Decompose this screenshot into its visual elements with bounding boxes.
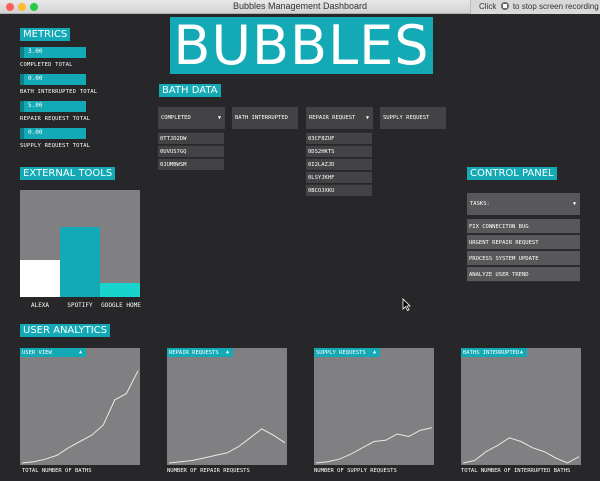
google-home-label: GOOGLE HOME (101, 302, 141, 309)
metric-label: REPAIR REQUEST TOTAL (20, 116, 91, 122)
list-item[interactable]: 0I2LAZJD (306, 158, 372, 170)
list-item[interactable]: 0TTJD2DW (158, 132, 224, 144)
chart-caption: NUMBER OF SUPPLY REQUESTS (314, 468, 397, 474)
supply-requests-dropdown[interactable]: SUPPLY REQUESTS ▲ (314, 348, 380, 357)
supply-requests-line (315, 427, 433, 464)
list-item[interactable]: 0BCOJXKU (306, 184, 372, 196)
external-tools-title: EXTERNAL TOOLS (20, 167, 116, 180)
list-item[interactable]: 0LSYJKHF (306, 171, 372, 183)
caret-up-icon: ▲ (372, 349, 376, 355)
recording-notice-prefix: Click (479, 2, 497, 11)
dropdown-label: BATH INTERRUPTED (235, 115, 288, 121)
dropdown-label: TASKS: (470, 201, 490, 207)
supply-requests-chart: SUPPLY REQUESTS ▲ (314, 348, 434, 465)
supply-request-dropdown[interactable]: SUPPLY REQUEST (380, 107, 446, 129)
user-view-line (21, 370, 139, 464)
line-chart (315, 427, 433, 464)
recording-notice-suffix: to stop screen recording (512, 2, 599, 11)
completed-dropdown[interactable]: COMPLETED ▼ (158, 107, 225, 129)
repair-requests-line (168, 428, 286, 464)
caret-down-icon: ▼ (365, 115, 369, 121)
spotify-label: SPOTIFY (67, 302, 93, 309)
external-tools-chart (20, 190, 140, 297)
baths-interrupted-line (462, 437, 580, 464)
recording-notice: Click to stop screen recording (470, 0, 600, 14)
list-item[interactable]: 0DS2HKTS (306, 145, 372, 157)
chart-caption: TOTAL NUMBER OF INTERRUPTED BATHS (461, 468, 571, 474)
metric-value: 5.00 (28, 102, 43, 109)
list-item[interactable]: 0UVUS7GQ (158, 145, 224, 157)
chart-tag-label: USER VIEW (22, 350, 52, 356)
metric-repair-request-bar[interactable]: 5.00 (20, 101, 86, 112)
repair-requests-chart: REPAIR REQUESTS ▲ (167, 348, 287, 465)
google-home-bar[interactable] (100, 283, 140, 297)
spotify-bar[interactable] (60, 227, 100, 297)
caret-up-icon: ▲ (78, 349, 82, 355)
alexa-label: ALEXA (30, 302, 50, 309)
user-view-dropdown[interactable]: USER VIEW ▲ (20, 348, 86, 357)
metric-supply-request-bar[interactable]: 0.00 (20, 128, 86, 139)
stop-recording-icon[interactable] (500, 2, 509, 10)
bath-data-title: BATH DATA (159, 84, 221, 97)
caret-down-icon: ▼ (217, 115, 221, 121)
repair-request-dropdown[interactable]: REPAIR REQUEST ▼ (306, 107, 373, 129)
dropdown-label: REPAIR REQUEST (309, 115, 356, 121)
metric-label: BATH INTERRUPTED TOTAL (20, 89, 98, 95)
baths-interrupted-chart: BATHS INTERRUPTED ▲ (461, 348, 581, 465)
repair-requests-dropdown[interactable]: REPAIR REQUESTS ▲ (167, 348, 233, 357)
tasks-dropdown[interactable]: TASKS: ▼ (467, 193, 580, 215)
task-item[interactable]: PROCESS SYSTEM UPDATE (467, 251, 580, 266)
caret-up-icon: ▲ (225, 349, 229, 355)
task-item[interactable]: FIX CONNECITON BUG (467, 219, 580, 234)
metrics-title: METRICS (20, 28, 71, 41)
task-item[interactable]: ANALYZE USER TREND (467, 267, 580, 282)
task-item[interactable]: URGENT REPAIR REQUEST (467, 235, 580, 250)
metric-bath-interrupted-bar[interactable]: 0.00 (20, 74, 86, 85)
metric-label: SUPPLY REQUEST TOTAL (20, 143, 91, 149)
user-analytics-title: USER ANALYTICS (20, 324, 111, 337)
chart-tag-label: BATHS INTERRUPTED (463, 350, 520, 356)
bath-interrupted-dropdown[interactable]: BATH INTERRUPTED (232, 107, 298, 129)
chart-caption: TOTAL NUMBER OF BATHS (22, 468, 92, 474)
list-item[interactable]: 0JUMBWSM (158, 158, 224, 170)
metric-value: 0.00 (28, 129, 43, 136)
user-view-chart: USER VIEW ▲ (20, 348, 140, 465)
chart-tag-label: REPAIR REQUESTS (169, 350, 219, 356)
line-chart (168, 428, 286, 464)
chart-tag-label: SUPPLY REQUESTS (316, 350, 366, 356)
metric-completed-bar[interactable]: 3.00 (20, 47, 86, 58)
caret-down-icon: ▼ (572, 201, 576, 207)
list-item[interactable]: 03CF8ZUF (306, 132, 372, 144)
line-chart (21, 370, 139, 464)
mouse-pointer-icon (402, 298, 411, 311)
caret-up-icon: ▲ (519, 349, 523, 355)
title-bar: Bubbles Management Dashboard Click to st… (0, 0, 600, 14)
metric-value: 3.00 (28, 48, 43, 55)
baths-interrupted-dropdown[interactable]: BATHS INTERRUPTED ▲ (461, 348, 527, 357)
chart-caption: NUMBER OF REPAIR REQUESTS (167, 468, 250, 474)
metric-value: 0.00 (28, 75, 43, 82)
metric-label: COMPLETED TOTAL (20, 62, 73, 68)
control-panel-title: CONTROL PANEL (467, 167, 557, 180)
line-chart (462, 437, 580, 464)
dropdown-label: SUPPLY REQUEST (383, 115, 430, 121)
dropdown-label: COMPLETED (161, 115, 191, 121)
bubbles-logo: BUBBLES (170, 17, 433, 74)
alexa-bar[interactable] (20, 260, 60, 297)
